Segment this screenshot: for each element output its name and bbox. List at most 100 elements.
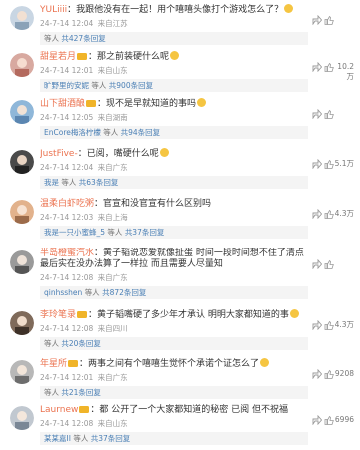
vip-badge-icon — [68, 360, 79, 367]
comment-item: 温柔白虾吃粥：官宣和没官宣有什么区别吗 24-7-14 12:03 来自上海 我… — [0, 198, 360, 244]
thumbs-up-icon[interactable] — [324, 209, 334, 219]
reply-user[interactable]: qinhsshen — [44, 288, 82, 297]
comment-time: 24-7-14 12:01 — [40, 373, 94, 382]
comment-username[interactable]: 李玲笔录 — [40, 310, 76, 320]
comment-text: 我跟他没有在一起！用个嘻嘻头像打个游戏怎么了？ — [76, 5, 284, 15]
share-icon[interactable] — [312, 259, 322, 269]
user-avatar-image — [10, 360, 34, 384]
reply-summary[interactable]: 等人 共427条回复 — [40, 32, 308, 45]
like-count: 9208 — [334, 369, 354, 378]
thumbs-up-icon[interactable] — [324, 369, 334, 379]
thumbs-up-icon[interactable] — [324, 159, 334, 169]
reply-summary[interactable]: EnCore梅洛柠檬 等人 共94条回复 — [40, 126, 308, 139]
avatar[interactable] — [10, 53, 34, 77]
user-avatar-image — [10, 6, 34, 30]
share-icon[interactable] — [312, 15, 322, 25]
reply-summary[interactable]: 等人 共20条回复 — [40, 337, 308, 350]
comment-location: 来自上海 — [97, 213, 128, 222]
comment-username[interactable]: 半岛橙蜜汽水 — [40, 248, 94, 258]
emoji-icon — [159, 148, 169, 157]
emoji-icon — [260, 358, 270, 367]
thumbs-up-icon[interactable] — [324, 320, 334, 330]
reply-mid-text: 等人 — [103, 128, 119, 137]
thumbs-up-icon[interactable] — [324, 62, 334, 72]
like-count: 4.3万 — [334, 209, 354, 218]
avatar[interactable] — [10, 360, 34, 384]
comment-time: 24-7-14 12:05 — [40, 113, 94, 122]
comment-item: 甜星若月 ：那之前装硬什么呢 24-7-14 12:01 来自山东 旷野里的安妮 … — [0, 51, 360, 97]
comment-feed: YULiiii：我跟他没有在一起！用个嘻嘻头像打个游戏怎么了？ 24-7-14 … — [0, 0, 360, 450]
reply-user[interactable]: 我是一只小蜜蜂_5 — [44, 228, 105, 237]
like-count: 10.2万 — [337, 62, 354, 81]
reply-summary[interactable]: qinhsshen 等人 共872条回复 — [40, 286, 308, 299]
avatar[interactable] — [10, 250, 34, 274]
emoji-icon — [289, 309, 299, 318]
reply-count-link[interactable]: 共872条回复 — [102, 288, 146, 297]
like-count: 6996 — [334, 415, 354, 424]
reply-count-link[interactable]: 共20条回复 — [61, 339, 101, 348]
reply-user[interactable]: 某某嘉II — [44, 434, 71, 443]
share-icon[interactable] — [312, 62, 322, 72]
reply-count-link[interactable]: 共94条回复 — [121, 128, 161, 137]
reply-user[interactable]: 我是 — [44, 178, 59, 187]
reply-user[interactable]: 旷野里的安妮 — [44, 81, 89, 90]
comment-item: 山下甜酒酿 ：现不是早就知道的事吗 24-7-14 12:05 来自湖南 EnCo… — [0, 98, 360, 144]
reply-summary[interactable]: 等人 共21条回复 — [40, 386, 308, 399]
thumbs-up-icon[interactable] — [324, 415, 334, 425]
comment-item: YULiiii：我跟他没有在一起！用个嘻嘻头像打个游戏怎么了？ 24-7-14 … — [0, 4, 360, 50]
share-icon[interactable] — [312, 415, 322, 425]
share-icon[interactable] — [312, 109, 322, 119]
avatar[interactable] — [10, 311, 34, 335]
comment-text: 已阅，嘴硬什么呢 — [86, 149, 159, 159]
reply-summary[interactable]: 旷野里的安妮 等人 共900条回复 — [40, 79, 308, 92]
reply-summary[interactable]: 某某嘉II 等人 共37条回复 — [40, 432, 308, 445]
comment-text: 黄子韬嘴硬了多少年才承认 明明大家都知道的事 — [97, 310, 289, 320]
reply-mid-text: 等人 — [91, 81, 107, 90]
comment-time: 24-7-14 12:04 — [40, 163, 94, 172]
vip-badge-icon — [79, 406, 90, 413]
vip-badge-icon — [77, 311, 88, 318]
reply-mid-text: 等人 — [44, 34, 59, 43]
comment-time: 24-7-14 12:08 — [40, 324, 94, 333]
user-avatar-image — [10, 250, 34, 274]
share-icon[interactable] — [312, 159, 322, 169]
comment-username[interactable]: 甜星若月 — [40, 52, 76, 62]
comment-username[interactable]: 温柔白虾吃粥 — [40, 199, 94, 209]
comment-item: Laurnew ：都 公开了一个大家都知道的秘密 已阅 但不祝福 24-7-14 … — [0, 404, 360, 450]
share-icon[interactable] — [312, 209, 322, 219]
comment-username[interactable]: YULiiii — [40, 5, 67, 15]
comment-username[interactable]: 山下甜酒酿 — [40, 99, 85, 109]
reply-count-link[interactable]: 共37条回复 — [125, 228, 165, 237]
avatar[interactable] — [10, 200, 34, 224]
comment-username[interactable]: Laurnew — [40, 405, 78, 415]
avatar[interactable] — [10, 406, 34, 430]
user-avatar-image — [10, 311, 34, 335]
avatar[interactable] — [10, 100, 34, 124]
avatar[interactable] — [10, 6, 34, 30]
comment-item: 半岛橙蜜汽水：黄子韬说恋爱就像扯蛋 时间一段时间想不住了清点 最后实在没办法算了… — [0, 248, 360, 306]
share-icon[interactable] — [312, 369, 322, 379]
comment-item: 年星所 ：两事之间有个嘻嘻生觉怀个承诺个证怎么了 24-7-14 12:01 来自… — [0, 358, 360, 404]
reply-user[interactable]: EnCore梅洛柠檬 — [44, 128, 101, 137]
share-icon[interactable] — [312, 320, 322, 330]
reply-summary[interactable]: 我是 等人 共63条回复 — [40, 176, 308, 189]
thumbs-up-icon[interactable] — [324, 15, 334, 25]
reply-summary[interactable]: 我是一只小蜜蜂_5 等人 共37条回复 — [40, 226, 308, 239]
comment-username[interactable]: 年星所 — [40, 359, 67, 369]
emoji-icon — [284, 4, 294, 13]
comment-time: 24-7-14 12:03 — [40, 213, 94, 222]
thumbs-up-icon[interactable] — [324, 109, 334, 119]
thumbs-up-icon[interactable] — [324, 259, 334, 269]
comment-time: 24-7-14 12:08 — [40, 273, 94, 282]
reply-count-link[interactable]: 共63条回复 — [79, 178, 119, 187]
reply-count-link[interactable]: 共900条回复 — [109, 81, 153, 90]
reply-mid-text: 等人 — [73, 434, 89, 443]
comment-location: 来自四川 — [97, 324, 128, 333]
reply-count-link[interactable]: 共37条回复 — [91, 434, 131, 443]
reply-count-link[interactable]: 共427条回复 — [61, 34, 105, 43]
reply-count-link[interactable]: 共21条回复 — [61, 388, 101, 397]
comment-location: 来自山东 — [97, 66, 128, 75]
avatar[interactable] — [10, 150, 34, 174]
comment-username[interactable]: JustFive- — [40, 149, 78, 159]
reply-mid-text: 等人 — [44, 339, 59, 348]
